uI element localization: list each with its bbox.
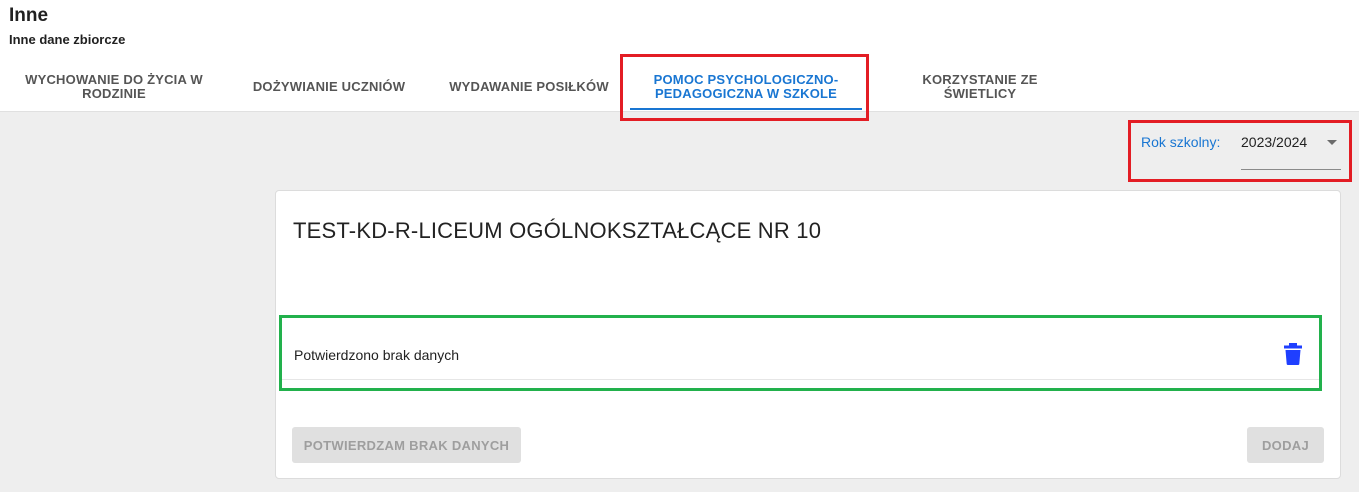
school-card: TEST-KD-R-LICEUM OGÓLNOKSZTAŁCĄCE NR 10 … bbox=[275, 190, 1341, 479]
tab-pomoc-psychologiczna[interactable]: POMOC PSYCHOLOGICZNO- PEDAGOGICZNA W SZK… bbox=[628, 62, 864, 112]
tab-wychowanie[interactable]: WYCHOWANIE DO ŻYCIA W RODZINIE bbox=[10, 62, 218, 112]
page-header: Inne Inne dane zbiorcze WYCHOWANIE DO ŻY… bbox=[0, 0, 1359, 112]
tab-dozywianie[interactable]: DOŻYWIANIE UCZNIÓW bbox=[240, 62, 418, 112]
tab-wydawanie-posilkow[interactable]: WYDAWANIE POSIŁKÓW bbox=[440, 62, 618, 112]
tab-label: DOŻYWIANIE UCZNIÓW bbox=[252, 79, 406, 94]
caret-down-icon bbox=[1327, 140, 1337, 145]
page-title: Inne bbox=[9, 5, 49, 26]
tab-label: KORZYSTANIE ZE bbox=[922, 72, 1038, 87]
school-year-select[interactable]: 2023/2024 bbox=[1241, 128, 1341, 170]
add-button[interactable]: DODAJ bbox=[1247, 427, 1324, 463]
tab-label: WYDAWANIE POSIŁKÓW bbox=[449, 79, 609, 94]
trash-icon[interactable] bbox=[1284, 343, 1302, 365]
page-subtitle: Inne dane zbiorcze bbox=[9, 32, 126, 47]
tab-korzystanie-ze-swietlicy[interactable]: KORZYSTANIE ZE ŚWIETLICY bbox=[890, 62, 1070, 112]
tab-label: RODZINIE bbox=[82, 86, 146, 101]
confirm-no-data-button[interactable]: POTWIERDZAM BRAK DANYCH bbox=[292, 427, 521, 463]
entry-text: Potwierdzono brak danych bbox=[294, 347, 459, 363]
tab-label: POMOC PSYCHOLOGICZNO- bbox=[653, 72, 839, 87]
list-item: Potwierdzono brak danych bbox=[281, 322, 1319, 380]
tab-label: ŚWIETLICY bbox=[943, 86, 1017, 101]
tab-label: PEDAGOGICZNA W SZKOLE bbox=[654, 86, 838, 101]
page: Inne Inne dane zbiorcze WYCHOWANIE DO ŻY… bbox=[0, 0, 1359, 492]
tab-bar: WYCHOWANIE DO ŻYCIA W RODZINIE DOŻYWIANI… bbox=[0, 62, 1359, 112]
school-year-label: Rok szkolny: bbox=[1141, 134, 1221, 150]
school-year-value: 2023/2024 bbox=[1241, 134, 1308, 150]
school-name: TEST-KD-R-LICEUM OGÓLNOKSZTAŁCĄCE NR 10 bbox=[293, 218, 822, 243]
tab-label: WYCHOWANIE DO ŻYCIA W bbox=[25, 72, 203, 87]
